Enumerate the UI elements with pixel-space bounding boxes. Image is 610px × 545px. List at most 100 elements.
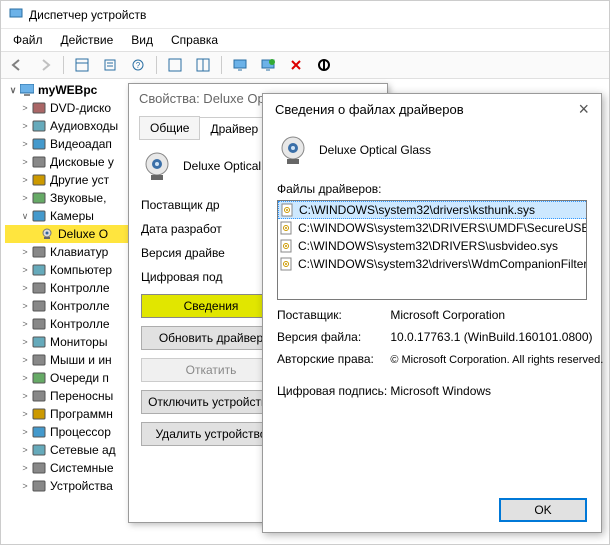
tree-item-label: Контролле (50, 281, 110, 295)
expand-icon[interactable]: > (19, 355, 31, 365)
vendor-label: Поставщик: (277, 308, 387, 322)
tb-list-icon[interactable] (191, 54, 215, 76)
expand-icon[interactable]: > (19, 409, 31, 419)
expand-icon[interactable]: > (19, 193, 31, 203)
webcam-icon (141, 150, 173, 182)
category-icon (31, 335, 47, 349)
uninstall-device-button[interactable]: Удалить устройство (141, 422, 281, 446)
computer-icon (19, 83, 35, 97)
tree-device-label: Deluxe O (58, 227, 108, 241)
sig-label: Цифровая подпись: (277, 384, 387, 398)
menu-action[interactable]: Действие (53, 31, 122, 49)
collapse-icon[interactable]: ∨ (7, 85, 19, 96)
tree-item-label: Дисковые у (50, 155, 114, 169)
sys-file-icon (281, 203, 295, 217)
tree-item-label: Программн (50, 407, 113, 421)
expand-icon[interactable]: > (19, 337, 31, 347)
tb-scan-icon[interactable] (163, 54, 187, 76)
ok-button[interactable]: OK (499, 498, 587, 522)
category-icon (31, 191, 47, 205)
field-sig: Цифровая под (141, 270, 222, 284)
expand-icon[interactable]: > (19, 463, 31, 473)
expand-icon[interactable]: > (19, 391, 31, 401)
tree-item-label: Переносны (50, 389, 113, 403)
driver-file-row[interactable]: C:\WINDOWS\system32\DRIVERS\UMDF\SecureU… (278, 219, 587, 237)
close-icon[interactable]: × (578, 99, 589, 120)
tb-view-icon[interactable] (70, 54, 94, 76)
expand-icon[interactable]: > (19, 121, 31, 131)
expand-icon[interactable]: > (19, 157, 31, 167)
window-title: Диспетчер устройств (29, 8, 146, 22)
sys-file-icon (280, 257, 294, 271)
driver-file-path: C:\WINDOWS\system32\DRIVERS\usbvideo.sys (298, 239, 558, 253)
expand-icon[interactable]: > (19, 301, 31, 311)
expand-icon[interactable]: > (19, 139, 31, 149)
copyright-value: © Microsoft Corporation. All rights rese… (390, 354, 603, 366)
tb-forward-icon[interactable] (33, 54, 57, 76)
tb-update-icon[interactable] (256, 54, 280, 76)
svg-text:?: ? (136, 61, 141, 70)
category-icon (31, 479, 47, 493)
category-icon (31, 173, 47, 187)
expand-icon[interactable]: > (19, 265, 31, 275)
version-value: 10.0.17763.1 (WinBuild.160101.0800) (390, 330, 592, 344)
update-driver-button[interactable]: Обновить драйвер (141, 326, 281, 350)
driver-file-row[interactable]: C:\WINDOWS\system32\DRIVERS\usbvideo.sys (278, 237, 587, 255)
tree-item-label: Мыши и ин (50, 353, 112, 367)
tree-item-label: Компьютер (50, 263, 112, 277)
category-icon (31, 137, 47, 151)
expand-icon[interactable]: > (19, 103, 31, 113)
collapse-icon[interactable]: ∨ (19, 211, 31, 222)
tree-item-label: Очереди п (50, 371, 109, 385)
tree-item-label: Сетевые ад (50, 443, 116, 457)
driver-file-path: C:\WINDOWS\system32\drivers\ksthunk.sys (299, 203, 535, 217)
tb-monitor-icon[interactable] (228, 54, 252, 76)
app-icon (9, 6, 23, 23)
expand-icon[interactable]: > (19, 319, 31, 329)
driver-files-list[interactable]: C:\WINDOWS\system32\drivers\ksthunk.sys C… (277, 200, 587, 300)
tb-prop-icon[interactable] (98, 54, 122, 76)
category-icon (31, 443, 47, 457)
disable-device-button[interactable]: Отключить устройство (141, 390, 281, 414)
driver-file-row[interactable]: C:\WINDOWS\system32\drivers\ksthunk.sys (278, 201, 587, 219)
files-label: Файлы драйверов: (277, 182, 587, 196)
category-icon (31, 209, 47, 223)
tab-driver[interactable]: Драйвер (199, 117, 269, 140)
tb-remove-icon[interactable] (284, 54, 308, 76)
expand-icon[interactable]: > (19, 481, 31, 491)
driver-files-window: Сведения о файлах драйверов × Deluxe Opt… (262, 93, 602, 533)
tree-item-label: Другие уст (50, 173, 109, 187)
category-icon (31, 155, 47, 169)
expand-icon[interactable]: > (19, 445, 31, 455)
category-icon (31, 245, 47, 259)
tab-general[interactable]: Общие (139, 116, 200, 139)
expand-icon[interactable]: > (19, 427, 31, 437)
category-icon (31, 317, 47, 331)
tb-help-icon[interactable]: ? (126, 54, 150, 76)
sys-file-icon (280, 221, 294, 235)
rollback-button: Откатить (141, 358, 281, 382)
vendor-value: Microsoft Corporation (390, 308, 505, 322)
driver-file-row[interactable]: C:\WINDOWS\system32\drivers\WdmCompanion… (278, 255, 587, 273)
tree-item-label: Аудиовходы (50, 119, 118, 133)
details-button[interactable]: Сведения (141, 294, 281, 318)
expand-icon[interactable]: > (19, 283, 31, 293)
menu-help[interactable]: Справка (163, 31, 226, 49)
category-icon (31, 263, 47, 277)
tb-back-icon[interactable] (5, 54, 29, 76)
category-icon (31, 461, 47, 475)
expand-icon[interactable]: > (19, 175, 31, 185)
driver-file-path: C:\WINDOWS\system32\drivers\WdmCompanion… (298, 257, 587, 271)
category-icon (31, 281, 47, 295)
tree-item-label: Звуковые, (50, 191, 106, 205)
menu-view[interactable]: Вид (123, 31, 161, 49)
expand-icon[interactable]: > (19, 247, 31, 257)
titlebar: Диспетчер устройств (1, 1, 609, 29)
category-icon (31, 299, 47, 313)
menu-file[interactable]: Файл (5, 31, 51, 49)
tb-enable-icon[interactable] (312, 54, 336, 76)
field-date: Дата разработ (141, 222, 222, 236)
device-name: Deluxe Optical Glass (319, 143, 431, 157)
expand-icon[interactable]: > (19, 373, 31, 383)
sys-file-icon (280, 239, 294, 253)
